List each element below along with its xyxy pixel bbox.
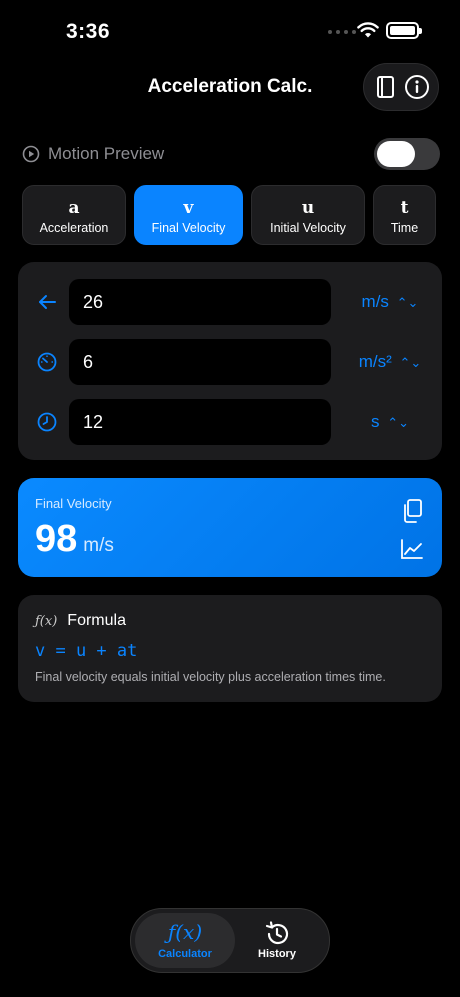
solve-for-tabs: a Acceleration v Final Velocity u Initia… bbox=[22, 185, 436, 245]
tab-calculator-label: Calculator bbox=[158, 948, 212, 960]
tab-symbol: u bbox=[301, 198, 315, 218]
tab-symbol: v bbox=[183, 198, 194, 218]
formula-description: Final velocity equals initial velocity p… bbox=[35, 670, 386, 684]
play-circle-icon bbox=[22, 145, 40, 163]
header-actions bbox=[363, 63, 439, 111]
input-row-time: 12 s ⌃⌄ bbox=[18, 399, 442, 445]
formula-header: ƒ(x) Formula bbox=[35, 612, 126, 630]
tab-acceleration[interactable]: a Acceleration bbox=[22, 185, 126, 245]
unit-label: m/s² bbox=[358, 352, 392, 371]
result-value: 98 m/s bbox=[35, 518, 114, 561]
unit-label: m/s bbox=[361, 292, 389, 311]
wifi-icon bbox=[357, 22, 379, 38]
chevron-updown-icon: ⌃⌄ bbox=[399, 355, 422, 370]
formula-title: Formula bbox=[67, 612, 126, 629]
tab-symbol: t bbox=[400, 198, 409, 218]
unit-label: s bbox=[370, 412, 380, 431]
unit-picker[interactable]: m/s ⌃⌄ bbox=[338, 292, 442, 312]
time-input[interactable]: 12 bbox=[69, 399, 331, 445]
tab-label: Time bbox=[390, 221, 419, 235]
bottom-tab-bar: ƒ(x) Calculator History bbox=[130, 908, 330, 973]
motion-preview-toggle[interactable] bbox=[374, 138, 440, 170]
motion-preview-row: Motion Preview bbox=[22, 138, 440, 170]
input-row-acceleration: 6 m/s² ⌃⌄ bbox=[18, 339, 442, 385]
tab-symbol: a bbox=[68, 198, 80, 218]
inputs-card: 26 m/s ⌃⌄ 6 m/s² ⌃⌄ 12 s ⌃⌄ bbox=[18, 262, 442, 460]
tab-initial-velocity[interactable]: u Initial Velocity bbox=[251, 185, 365, 245]
tab-history[interactable]: History bbox=[227, 913, 327, 968]
input-row-initial-velocity: 26 m/s ⌃⌄ bbox=[18, 279, 442, 325]
info-icon bbox=[404, 75, 429, 99]
status-time: 3:36 bbox=[66, 20, 111, 43]
result-number: 98 bbox=[35, 518, 78, 560]
unit-picker[interactable]: m/s² ⌃⌄ bbox=[338, 352, 442, 372]
result-card: Final Velocity 98 m/s bbox=[18, 478, 442, 577]
status-bar: 3:36 bbox=[0, 0, 460, 60]
function-icon: ƒ(x) bbox=[35, 613, 58, 629]
tab-label: Initial Velocity bbox=[270, 221, 346, 235]
acceleration-input[interactable]: 6 bbox=[69, 339, 331, 385]
history-icon bbox=[265, 921, 289, 945]
arrow-left-icon bbox=[39, 295, 56, 309]
clock-icon bbox=[37, 412, 57, 432]
formula-card: ƒ(x) Formula v = u + at Final velocity e… bbox=[18, 595, 442, 702]
result-label: Final Velocity bbox=[35, 496, 112, 511]
tab-final-velocity[interactable]: v Final Velocity bbox=[134, 185, 243, 245]
info-button[interactable] bbox=[403, 73, 431, 101]
tab-label: Acceleration bbox=[39, 221, 109, 235]
gauge-icon bbox=[37, 352, 57, 372]
function-icon: ƒ(x) bbox=[167, 920, 203, 944]
motion-preview-label: Motion Preview bbox=[48, 144, 165, 163]
initial-velocity-input[interactable]: 26 bbox=[69, 279, 331, 325]
battery-icon bbox=[386, 22, 422, 39]
graph-icon[interactable] bbox=[400, 538, 424, 560]
tab-time[interactable]: t Time bbox=[373, 185, 436, 245]
guide-button[interactable] bbox=[372, 73, 400, 101]
camera-indicator bbox=[328, 30, 356, 34]
chevron-updown-icon: ⌃⌄ bbox=[396, 295, 419, 310]
tab-history-label: History bbox=[258, 948, 296, 960]
unit-picker[interactable]: s ⌃⌄ bbox=[338, 412, 442, 432]
tab-calculator[interactable]: ƒ(x) Calculator bbox=[135, 913, 235, 968]
copy-icon[interactable] bbox=[400, 498, 424, 524]
chevron-updown-icon: ⌃⌄ bbox=[387, 415, 410, 430]
result-unit: m/s bbox=[83, 535, 114, 556]
tab-label: Final Velocity bbox=[151, 221, 226, 235]
book-icon bbox=[376, 76, 394, 98]
formula-expression: v = u + at bbox=[35, 641, 138, 661]
